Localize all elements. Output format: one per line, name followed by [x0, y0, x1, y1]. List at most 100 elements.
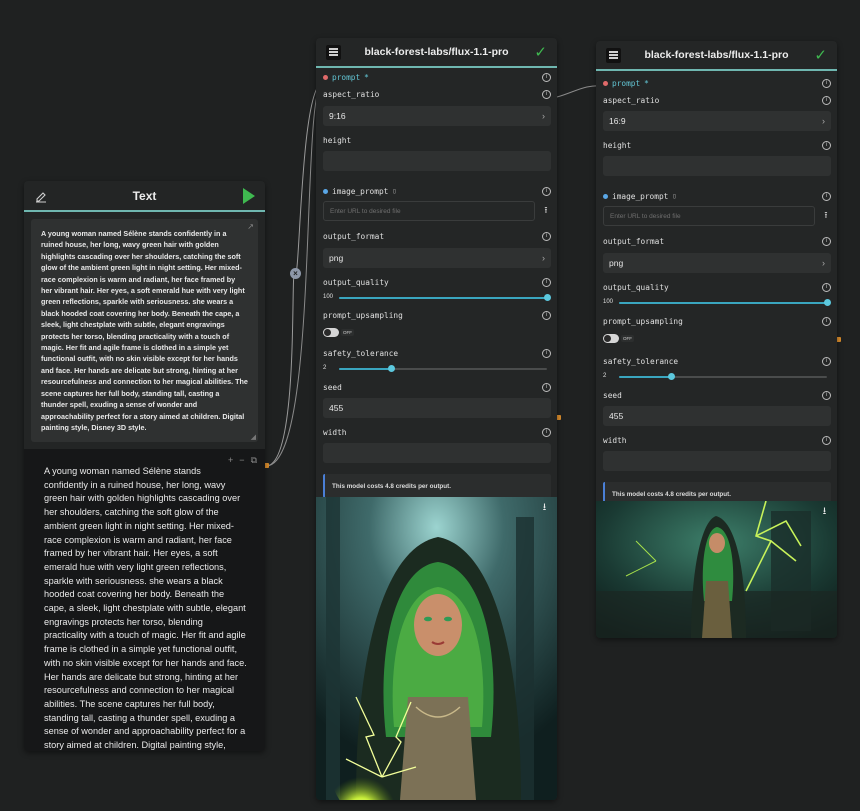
info-icon[interactable]: i	[822, 95, 831, 105]
param-image-prompt: image_prompt ▯ i	[603, 186, 831, 206]
info-icon[interactable]: i	[542, 231, 551, 241]
param-aspect-ratio: aspect_ratio i	[603, 90, 831, 110]
zoom-out-icon[interactable]: −	[239, 455, 244, 466]
cost-text: This model costs 4.8 credits per output.	[332, 482, 451, 490]
required-marker: *	[644, 79, 649, 88]
image-url-input[interactable]: Enter URL to desired file	[323, 201, 535, 221]
output-format-select[interactable]: png ›	[323, 248, 551, 268]
input-port-icon[interactable]	[603, 81, 608, 86]
output-quality-slider[interactable]: 100	[603, 297, 831, 309]
zoom-in-icon[interactable]: +	[228, 455, 233, 466]
width-input[interactable]	[603, 451, 831, 471]
pencil-icon[interactable]	[34, 189, 48, 203]
image-url-input[interactable]: Enter URL to desired file	[603, 206, 815, 226]
slider-handle[interactable]	[544, 294, 551, 301]
info-icon[interactable]: i	[822, 282, 831, 292]
param-label: prompt	[612, 79, 641, 88]
info-icon[interactable]: i	[822, 236, 831, 246]
file-icon: ▯	[672, 192, 677, 200]
info-icon[interactable]: i	[542, 427, 551, 437]
slider-handle[interactable]	[668, 373, 675, 380]
info-icon[interactable]: i	[542, 186, 551, 196]
external-link-icon[interactable]: ↗	[247, 222, 254, 231]
slider-handle[interactable]	[388, 365, 395, 372]
param-label: prompt_upsampling	[323, 310, 403, 320]
param-aspect-ratio: aspect_ratio i	[323, 84, 551, 104]
upload-icon[interactable]: ⭱	[821, 208, 831, 224]
param-label: width	[323, 427, 347, 437]
info-icon[interactable]: i	[822, 390, 831, 400]
flux-node[interactable]: black-forest-labs/flux-1.1-pro ✓ prompt *…	[316, 38, 557, 800]
safety-tolerance-slider[interactable]: 2	[603, 371, 831, 383]
copy-icon[interactable]: ⧉	[251, 455, 257, 466]
download-icon[interactable]: ⭳	[538, 501, 551, 514]
flux-node-header: black-forest-labs/flux-1.1-pro ✓	[316, 38, 557, 68]
info-icon[interactable]: i	[542, 89, 551, 99]
param-label: aspect_ratio	[603, 95, 660, 105]
download-icon[interactable]: ⭳	[818, 505, 831, 518]
info-icon[interactable]: i	[822, 140, 831, 150]
info-icon[interactable]: i	[822, 316, 831, 326]
prompt-upsampling-toggle[interactable]: OFF	[603, 331, 831, 345]
input-port-icon[interactable]	[323, 188, 328, 194]
slider-value: 100	[603, 299, 614, 305]
chevron-right-icon: ›	[822, 258, 825, 268]
chevron-right-icon: ›	[542, 253, 545, 263]
info-icon[interactable]: i	[822, 356, 831, 366]
info-icon[interactable]: i	[822, 191, 831, 201]
param-label: output_quality	[603, 282, 669, 292]
info-icon[interactable]: i	[542, 310, 551, 320]
param-prompt: prompt * i	[603, 77, 831, 90]
info-icon[interactable]: i	[542, 348, 551, 358]
param-label: seed	[603, 390, 622, 400]
aspect-ratio-select[interactable]: 9:16 ›	[323, 106, 551, 126]
flux-node-header: black-forest-labs/flux-1.1-pro ✓	[596, 41, 837, 71]
cost-text: This model costs 4.8 credits per output.	[612, 490, 731, 498]
height-input[interactable]	[603, 156, 831, 176]
param-label: width	[603, 435, 627, 445]
play-icon[interactable]	[243, 188, 255, 204]
safety-tolerance-slider[interactable]: 2	[323, 363, 551, 375]
slider-value: 2	[323, 365, 327, 371]
slider-handle[interactable]	[824, 299, 831, 306]
info-icon[interactable]: i	[822, 79, 831, 88]
info-icon[interactable]: i	[822, 435, 831, 445]
upload-icon[interactable]: ⭱	[541, 203, 551, 219]
param-output-format: output_format i	[603, 231, 831, 251]
param-label: output_format	[323, 231, 385, 241]
seed-input[interactable]: 455	[323, 398, 551, 418]
select-value: 16:9	[609, 116, 626, 126]
prompt-upsampling-toggle[interactable]: OFF	[323, 325, 551, 339]
info-icon[interactable]: i	[542, 73, 551, 82]
flux-node[interactable]: black-forest-labs/flux-1.1-pro ✓ prompt *…	[596, 41, 837, 638]
aspect-ratio-select[interactable]: 16:9 ›	[603, 111, 831, 131]
param-prompt-upsampling: prompt_upsampling i	[603, 311, 831, 331]
prompt-text-editor[interactable]: ↗ A young woman named Sélène stands conf…	[31, 219, 258, 442]
param-label: output_format	[603, 236, 665, 246]
slider-value: 100	[323, 294, 334, 300]
select-value: png	[609, 258, 624, 268]
param-prompt-upsampling: prompt_upsampling i	[323, 305, 551, 325]
info-icon[interactable]: i	[542, 382, 551, 392]
edge-disconnect-icon[interactable]: ×	[290, 268, 301, 279]
seed-input[interactable]: 455	[603, 406, 831, 426]
toggle-switch[interactable]	[603, 333, 619, 343]
resize-handle-icon[interactable]: ◢	[251, 433, 256, 441]
width-input[interactable]	[323, 443, 551, 463]
output-format-select[interactable]: png ›	[603, 253, 831, 273]
check-icon: ✓	[814, 47, 827, 64]
info-icon[interactable]: i	[542, 277, 551, 287]
param-label: prompt	[332, 73, 361, 82]
output-text: A young woman named Sélène stands confid…	[44, 466, 247, 751]
prompt-text[interactable]: A young woman named Sélène stands confid…	[41, 228, 248, 433]
output-quality-slider[interactable]: 100	[323, 292, 551, 304]
text-node[interactable]: Text ↗ A young woman named Sélène stands…	[24, 181, 265, 751]
input-port-icon[interactable]	[323, 75, 328, 80]
height-input[interactable]	[323, 151, 551, 171]
generated-image[interactable]: ⭳	[596, 501, 837, 638]
input-port-icon[interactable]	[603, 193, 608, 199]
toggle-switch[interactable]	[323, 327, 339, 337]
generated-image[interactable]: ⭳	[316, 497, 557, 800]
param-output-quality: output_quality i	[603, 277, 831, 297]
file-icon: ▯	[392, 187, 397, 195]
